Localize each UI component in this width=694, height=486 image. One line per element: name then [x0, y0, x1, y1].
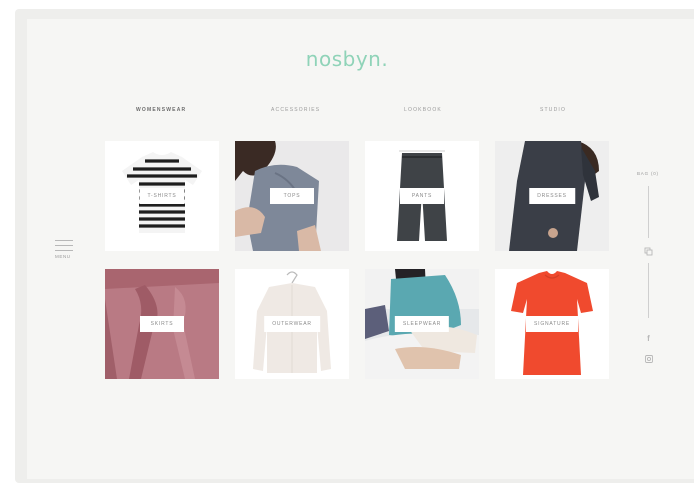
nav-womenswear[interactable]: WOMENSWEAR [136, 107, 186, 113]
facebook-icon[interactable]: f [643, 333, 654, 344]
menu-button[interactable]: MENU [55, 240, 73, 259]
bag-link[interactable]: BAG (0) [637, 171, 659, 176]
nav-accessories[interactable]: ACCESSORIES [271, 107, 320, 113]
category-tile-pants[interactable]: PANTS [365, 141, 479, 251]
category-label: T-SHIRTS [139, 188, 185, 204]
sidebar-divider [648, 263, 649, 318]
category-label: SLEEPWEAR [394, 316, 450, 332]
category-tile-dresses[interactable]: DRESSES [495, 141, 609, 251]
nav-studio[interactable]: STUDIO [540, 107, 566, 113]
dice-icon[interactable] [643, 246, 654, 257]
sidebar-divider [648, 186, 649, 238]
category-label: OUTERWEAR [264, 316, 320, 332]
brand-logo[interactable]: nosbyn. [0, 47, 694, 71]
nav-lookbook[interactable]: LOOKBOOK [404, 107, 442, 113]
menu-label: MENU [55, 254, 71, 259]
category-tile-skirts[interactable]: SKIRTS [105, 269, 219, 379]
category-label: PANTS [400, 188, 444, 204]
instagram-icon[interactable] [643, 353, 654, 364]
category-label: SIGNATURE [526, 316, 578, 332]
category-tile-sleepwear[interactable]: SLEEPWEAR [365, 269, 479, 379]
category-tile-tshirts[interactable]: T-SHIRTS [105, 141, 219, 251]
hamburger-icon[interactable] [55, 240, 73, 251]
category-label: TOPS [270, 188, 314, 204]
category-label: DRESSES [529, 188, 575, 204]
category-tile-tops[interactable]: TOPS [235, 141, 349, 251]
category-tile-outerwear[interactable]: OUTERWEAR [235, 269, 349, 379]
category-tile-signature[interactable]: SIGNATURE [495, 269, 609, 379]
category-label: SKIRTS [140, 316, 184, 332]
